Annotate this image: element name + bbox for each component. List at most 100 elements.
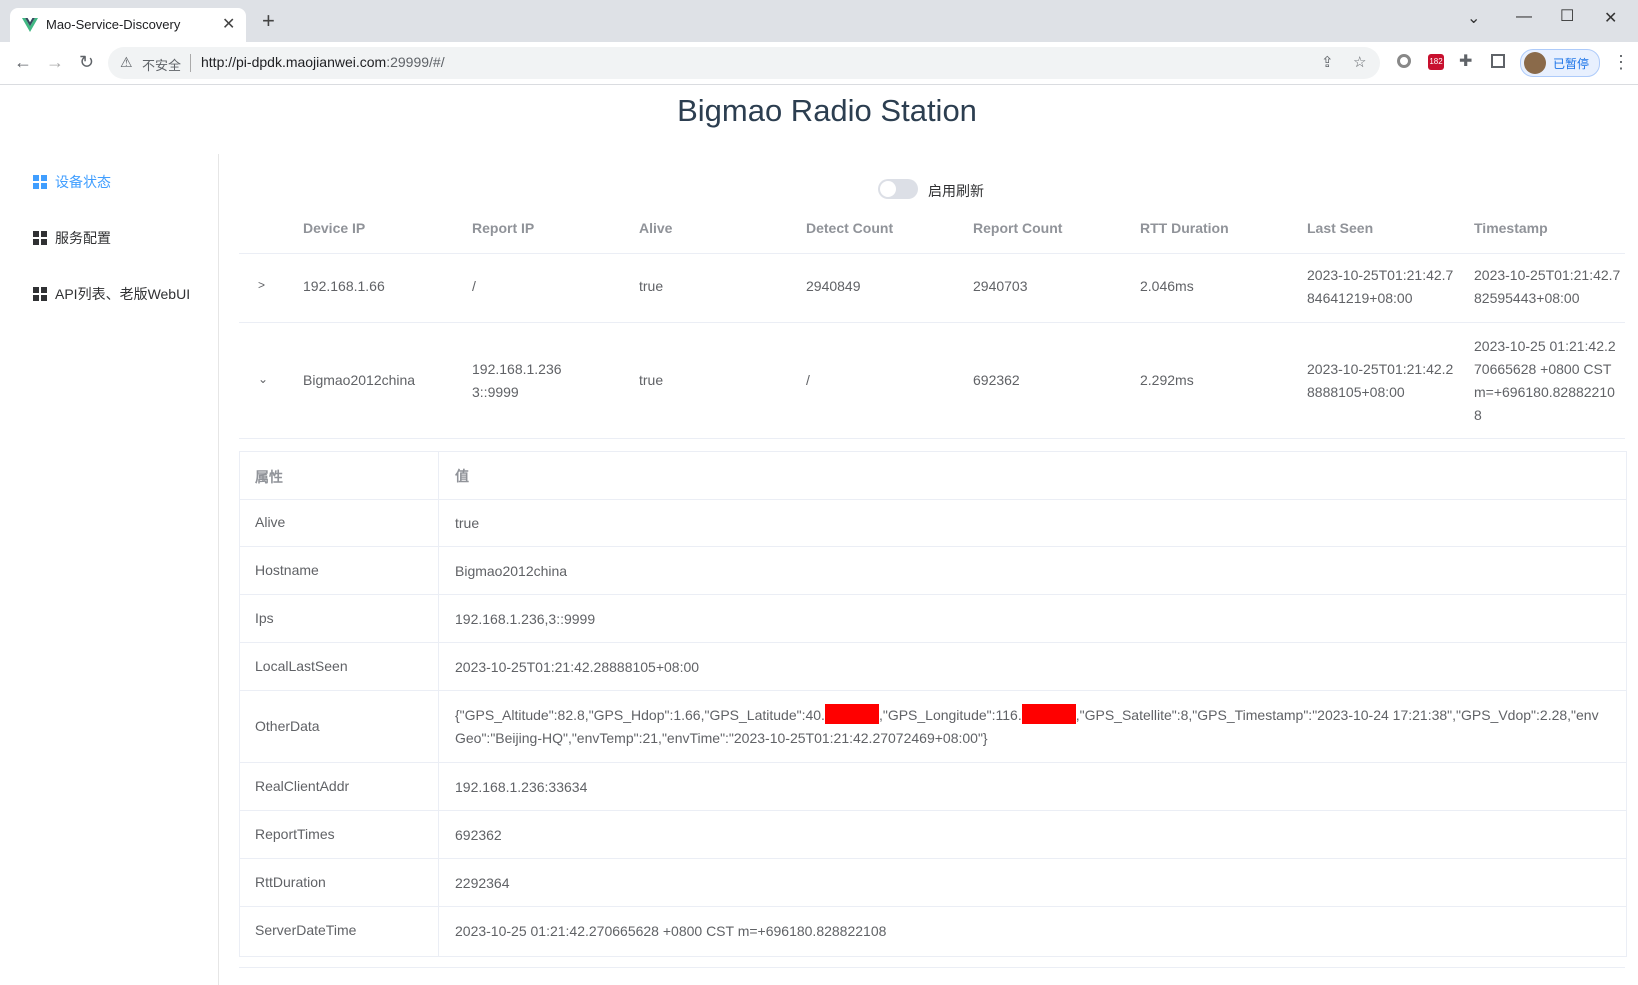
toggle-knob: [880, 181, 896, 197]
detail-value: 192.168.1.236:33634: [455, 779, 588, 795]
table-row: ReportTimes 692362: [240, 811, 1626, 859]
row2-alive: true: [639, 372, 664, 388]
row2-detect-count: /: [806, 372, 810, 388]
refresh-toggle[interactable]: [878, 179, 918, 199]
profile-button[interactable]: 已暂停: [1520, 49, 1600, 77]
extension-circle-icon[interactable]: [1397, 54, 1411, 68]
detail-header-key: 属性: [255, 469, 283, 485]
tab-search-chevron-icon[interactable]: ⌄: [1467, 8, 1480, 28]
sidebar-item-label: API列表、老版WebUI: [55, 286, 191, 302]
header-rtt-duration: RTT Duration: [1140, 220, 1229, 236]
row-divider: [239, 967, 1625, 968]
browser-toolbar: ← → ↻ ⚠ 不安全 http://pi-dpdk.maojianwei.co…: [0, 42, 1638, 85]
detail-table: 属性 值 Alive true Hostname Bigmao2012china…: [239, 451, 1627, 957]
row1-alive: true: [639, 278, 664, 294]
url-text[interactable]: http://pi-dpdk.maojianwei.com:29999/#/: [201, 54, 445, 70]
table-row: OtherData {"GPS_Altitude":82.8,"GPS_Hdop…: [240, 691, 1626, 763]
share-icon[interactable]: ⇪: [1321, 53, 1334, 71]
row1-detect-count: 2940849: [806, 278, 861, 294]
forward-icon[interactable]: →: [46, 52, 64, 73]
grid-icon: [33, 175, 47, 189]
detail-value: 2292364: [455, 875, 510, 891]
sidebar: 设备状态 服务配置 API列表、老版WebUI: [0, 154, 219, 985]
header-report-count: Report Count: [973, 220, 1063, 236]
row1-timestamp: 2023-10-25T01:21:42.782595443+08:00: [1474, 267, 1621, 306]
reload-icon[interactable]: ↻: [79, 52, 94, 73]
table-row: RealClientAddr 192.168.1.236:33634: [240, 763, 1626, 811]
page-title: Bigmao Radio Station: [677, 93, 977, 128]
detail-key: Hostname: [255, 562, 319, 578]
row2-report-count: 692362: [973, 372, 1020, 388]
grid-icon: [33, 287, 47, 301]
detail-key: OtherData: [255, 718, 320, 734]
otherdata-part2: ,"GPS_Longitude":116.: [878, 707, 1022, 723]
bookmark-star-icon[interactable]: ☆: [1353, 53, 1366, 71]
row1-report-ip: /: [472, 278, 476, 294]
sidebar-item-label: 服务配置: [55, 230, 111, 246]
browser-tab[interactable]: Mao-Service-Discovery ✕: [10, 8, 246, 42]
tab-close-icon[interactable]: ✕: [222, 14, 235, 34]
detail-key: Alive: [255, 514, 286, 530]
window-close-icon[interactable]: ✕: [1604, 8, 1617, 28]
row2-device-ip: Bigmao2012china: [303, 372, 416, 388]
header-alive: Alive: [639, 220, 673, 236]
address-bar[interactable]: ⚠ 不安全 http://pi-dpdk.maojianwei.com:2999…: [108, 47, 1380, 79]
table-row: Alive true: [240, 499, 1626, 547]
header-detect-count: Detect Count: [806, 220, 894, 236]
table-row: LocalLastSeen 2023-10-25T01:21:42.288881…: [240, 643, 1626, 691]
expand-chevron-right-icon[interactable]: >: [258, 278, 265, 292]
insecure-label[interactable]: 不安全: [142, 55, 181, 74]
header-timestamp: Timestamp: [1474, 220, 1548, 236]
sidebar-item-api-list[interactable]: API列表、老版WebUI: [33, 284, 190, 304]
detail-value-otherdata: {"GPS_Altitude":82.8,"GPS_Hdop":1.66,"GP…: [455, 704, 1606, 750]
vue-logo-icon: [22, 18, 38, 32]
detail-value: 2023-10-25T01:21:42.28888105+08:00: [455, 659, 700, 675]
row1-report-count: 2940703: [973, 278, 1028, 294]
warning-icon: ⚠: [120, 54, 133, 70]
header-device-ip: Device IP: [303, 220, 366, 236]
detail-key: RealClientAddr: [255, 778, 350, 794]
row2-report-ip: 192.168.1.2363::9999: [472, 361, 562, 400]
row1-device-ip: 192.168.1.66: [303, 278, 385, 294]
side-panel-icon[interactable]: [1491, 54, 1505, 68]
detail-key: RttDuration: [255, 874, 326, 890]
refresh-toggle-label: 启用刷新: [928, 183, 984, 199]
header-last-seen: Last Seen: [1307, 220, 1374, 236]
row-divider: [239, 322, 1625, 323]
detail-key: Ips: [255, 610, 274, 626]
browser-menu-icon[interactable]: ⋮: [1612, 52, 1630, 73]
redaction-block: [1021, 704, 1076, 724]
sidebar-item-device-status[interactable]: 设备状态: [33, 172, 111, 192]
minimize-icon[interactable]: —: [1516, 8, 1532, 26]
otherdata-part1: {"GPS_Altitude":82.8,"GPS_Hdop":1.66,"GP…: [455, 707, 825, 723]
extension-badge-icon[interactable]: 182: [1428, 54, 1444, 70]
sidebar-item-service-config[interactable]: 服务配置: [33, 228, 111, 248]
extensions-puzzle-icon[interactable]: ✚: [1459, 51, 1472, 71]
detail-key: LocalLastSeen: [255, 658, 348, 674]
expand-chevron-down-icon[interactable]: ⌄: [258, 372, 268, 386]
row-divider: [239, 438, 1625, 439]
row1-rtt: 2.046ms: [1140, 278, 1194, 294]
url-path: :29999/#/: [386, 54, 445, 70]
row1-last-seen: 2023-10-25T01:21:42.784641219+08:00: [1307, 267, 1454, 306]
row2-rtt: 2.292ms: [1140, 372, 1194, 388]
redaction-block: [824, 704, 879, 724]
detail-value: 192.168.1.236,3::9999: [455, 611, 596, 627]
detail-value: true: [455, 515, 480, 531]
url-host: http://pi-dpdk.maojianwei.com: [201, 54, 387, 70]
detail-header-value: 值: [455, 468, 469, 484]
detail-header-row: 属性 值: [240, 452, 1626, 500]
row-divider: [239, 253, 1625, 254]
detail-key: ServerDateTime: [255, 922, 357, 938]
new-tab-icon[interactable]: +: [262, 10, 275, 32]
row2-timestamp: 2023-10-25 01:21:42.270665628 +0800 CST …: [1474, 338, 1616, 423]
maximize-icon[interactable]: ☐: [1560, 6, 1574, 26]
detail-key: ReportTimes: [255, 826, 335, 842]
table-row: ServerDateTime 2023-10-25 01:21:42.27066…: [240, 907, 1626, 955]
table-row: RttDuration 2292364: [240, 859, 1626, 907]
avatar: [1524, 52, 1546, 74]
grid-icon: [33, 231, 47, 245]
detail-value: Bigmao2012china: [455, 563, 568, 579]
back-icon[interactable]: ←: [14, 52, 32, 73]
detail-value: 692362: [455, 827, 502, 843]
